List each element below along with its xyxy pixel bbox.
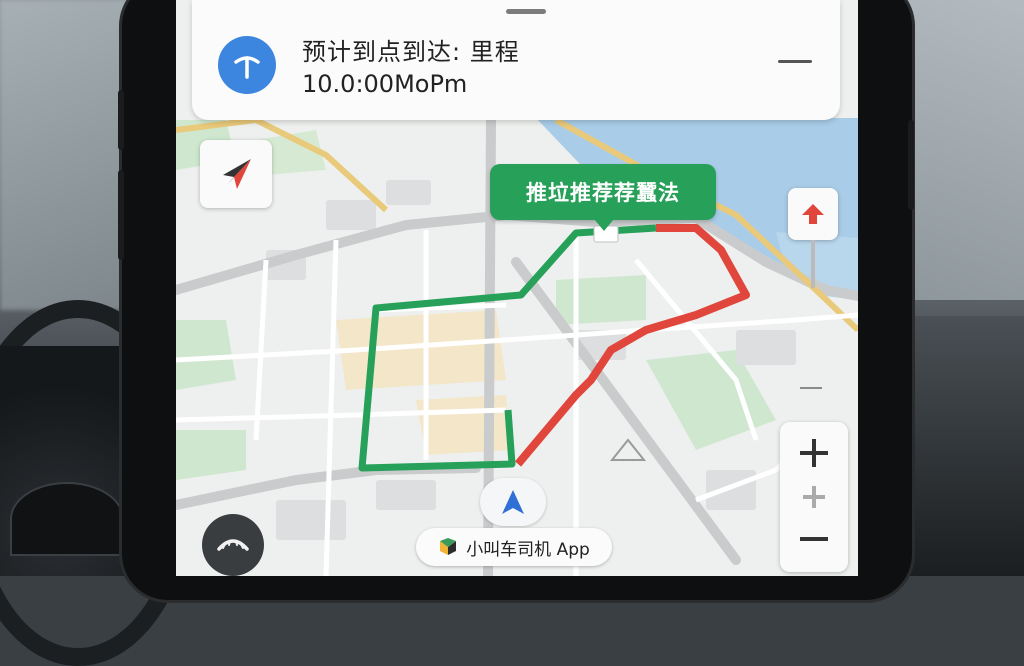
end-trip-button[interactable] — [202, 514, 264, 576]
phone-side-button — [118, 170, 124, 260]
current-location-button[interactable] — [480, 478, 546, 526]
plus-icon — [800, 439, 828, 467]
app-logo-icon — [440, 538, 457, 555]
route-label-pointer — [594, 219, 614, 231]
drag-handle[interactable] — [506, 9, 546, 14]
park-area — [176, 430, 246, 480]
hangup-icon — [217, 539, 249, 551]
instrument-gauge — [10, 482, 124, 556]
plus-icon — [803, 486, 825, 508]
app-badge[interactable]: 小叫车司机 App — [416, 528, 612, 566]
eta-title: 预计到点到达: 里程 — [302, 38, 520, 66]
navigation-screen: 预计到点到达: 里程 10.0:00MoPm 推垃推荐荐蠶法 小叫车司机 App — [176, 0, 858, 576]
phone-power-button — [908, 120, 914, 210]
zoom-controls — [780, 422, 848, 572]
eta-info-card[interactable]: 预计到点到达: 里程 10.0:00MoPm — [192, 0, 840, 120]
minus-icon — [800, 537, 828, 541]
up-arrow-pin-icon — [802, 204, 824, 224]
park-area — [556, 275, 646, 325]
eta-time: 10.0:00MoPm — [302, 70, 468, 98]
dashboard-right — [894, 316, 1024, 576]
zoom-in-button[interactable] — [780, 428, 848, 478]
report-pin-stem — [811, 240, 815, 288]
app-name-label: 小叫车司机 App — [466, 539, 590, 560]
landmark-icon — [609, 438, 647, 461]
report-button[interactable] — [788, 188, 838, 240]
car-window-left — [0, 0, 140, 310]
turn-straight-icon — [218, 36, 276, 94]
collapse-icon[interactable] — [778, 60, 812, 63]
scale-indicator — [800, 387, 822, 389]
zoom-out-button[interactable] — [780, 514, 848, 564]
navigation-arrow-icon — [502, 490, 524, 514]
compass-arrow-icon — [223, 159, 251, 189]
compass-button[interactable] — [200, 140, 272, 208]
phone-side-button — [118, 90, 124, 150]
route-recommendation-label[interactable]: 推垃推荐荐蠶法 — [490, 164, 716, 220]
district-area — [416, 395, 511, 455]
